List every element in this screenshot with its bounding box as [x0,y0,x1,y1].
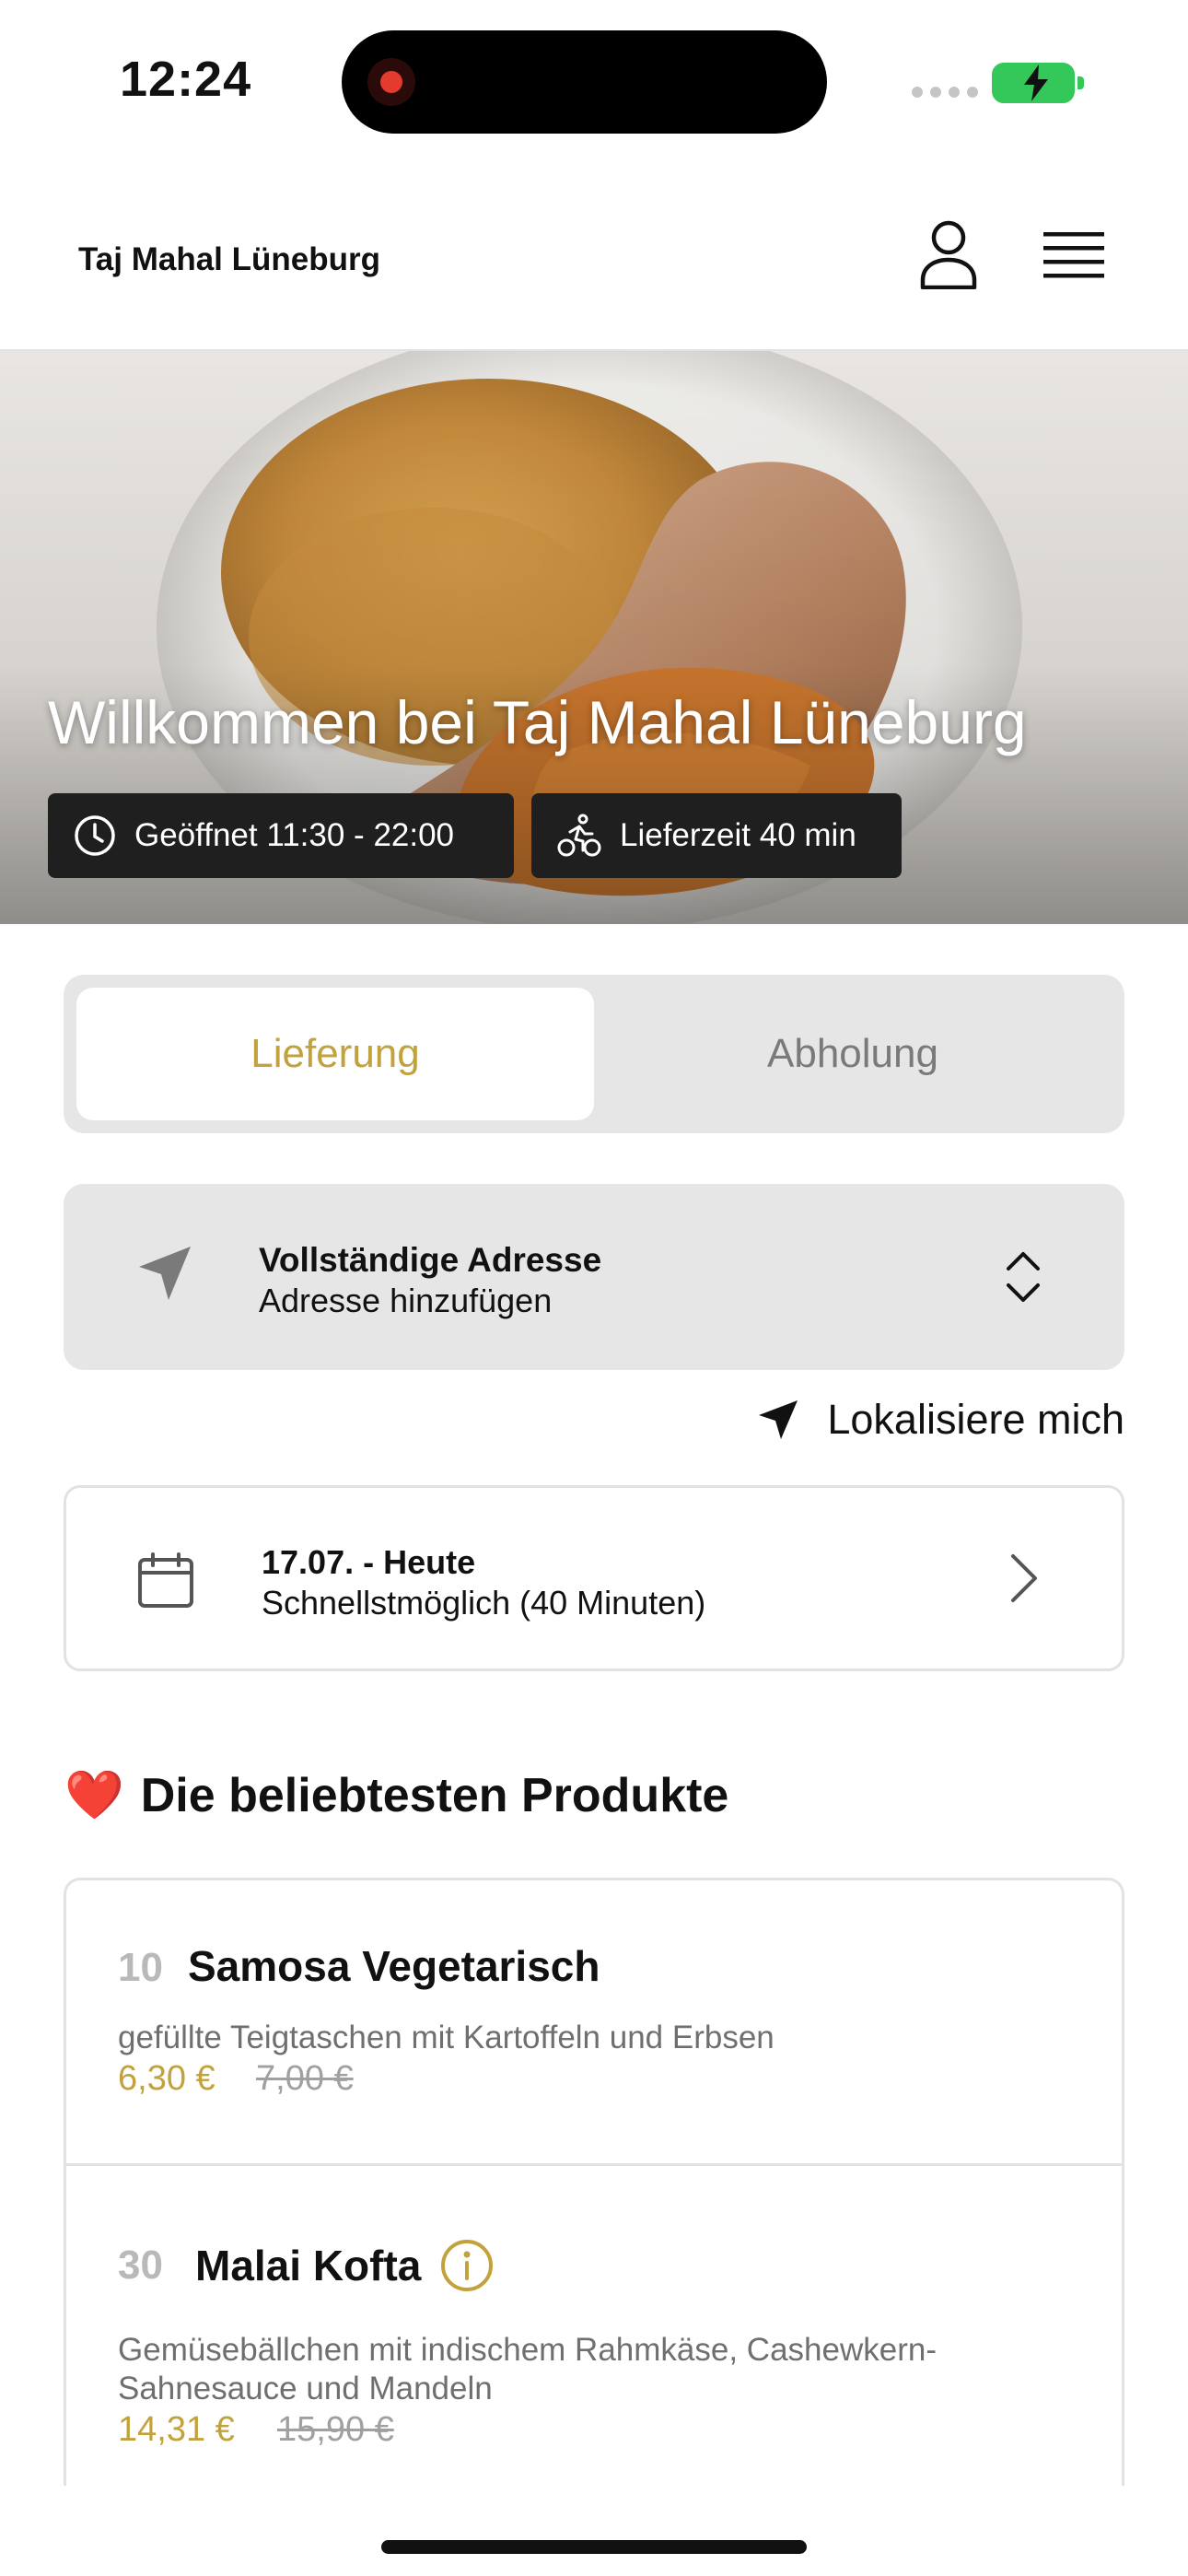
calendar-icon [138,1552,193,1608]
locate-me-label: Lokalisiere mich [827,1396,1124,1443]
product-price: 14,31 € [118,2410,235,2449]
bike-icon [557,814,601,857]
status-time: 12:24 [120,52,252,107]
delivery-time-badge: Lieferzeit 40 min [531,793,902,878]
heart-icon: ❤️ [64,1769,124,1822]
schedule-time: Schnellstmöglich (40 Minuten) [262,1584,706,1622]
product-description: gefüllte Teigtaschen mit Kartoffeln und … [118,2020,775,2055]
product-price: 6,30 € [118,2059,215,2098]
info-icon[interactable] [440,2239,494,2292]
menu-icon[interactable] [1043,230,1104,282]
order-mode-toggle: Lieferung Abholung [64,975,1124,1133]
product-list: 10 Samosa Vegetarisch gefüllte Teigtasch… [64,1878,1124,2486]
clock-icon [75,815,115,856]
section-title-popular: ❤️ Die beliebtesten Produkte [64,1767,728,1823]
product-name: Samosa Vegetarisch [188,1942,600,1990]
delivery-schedule-selector[interactable]: 17.07. - Heute Schnellstmöglich (40 Minu… [64,1485,1124,1671]
navigation-arrow-icon [139,1247,191,1300]
product-name: Malai Kofta [195,2242,422,2289]
user-icon[interactable] [919,219,978,289]
status-bar: 12:24 [0,0,1188,157]
tab-pickup[interactable]: Abholung [594,988,1112,1120]
schedule-date: 17.07. - Heute [262,1543,476,1581]
locate-me-button[interactable]: Lokalisiere mich [757,1396,1124,1444]
chevron-updown-icon [1007,1252,1040,1302]
product-old-price: 15,90 € [277,2410,394,2449]
product-number: 30 [118,2242,163,2288]
product-old-price: 7,00 € [256,2059,354,2098]
cellular-signal-icon [912,87,978,98]
hero-title: Willkommen bei Taj Mahal Lüneburg [48,688,1027,756]
opening-hours-label: Geöffnet 11:30 - 22:00 [134,817,455,853]
address-selector[interactable]: Vollständige Adresse Adresse hinzufügen [64,1184,1124,1370]
address-title: Vollständige Adresse [259,1241,602,1279]
app-header: Taj Mahal Lüneburg [0,157,1188,351]
product-description: Gemüsebällchen mit indischem Rahmkäse, C… [118,2332,937,2406]
hero-banner: Willkommen bei Taj Mahal Lüneburg Geöffn… [0,351,1188,924]
address-subtitle: Adresse hinzufügen [259,1282,553,1319]
product-card[interactable]: 30 Malai Kofta Gemüsebällchen mit indisc… [66,2169,1122,2486]
product-number: 10 [118,1945,163,1990]
delivery-time-label: Lieferzeit 40 min [620,817,856,853]
product-card[interactable]: 10 Samosa Vegetarisch gefüllte Teigtasch… [66,1880,1122,2166]
dynamic-island [342,30,827,134]
opening-hours-badge: Geöffnet 11:30 - 22:00 [48,793,514,878]
chevron-right-icon [1011,1554,1037,1602]
popular-title-label: Die beliebtesten Produkte [140,1768,729,1822]
recording-indicator-icon [367,58,415,106]
brand-title[interactable]: Taj Mahal Lüneburg [78,241,380,278]
tab-delivery[interactable]: Lieferung [76,988,594,1120]
navigation-arrow-icon [759,1400,798,1439]
battery-charging-icon [992,63,1084,103]
home-indicator[interactable] [381,2540,807,2554]
